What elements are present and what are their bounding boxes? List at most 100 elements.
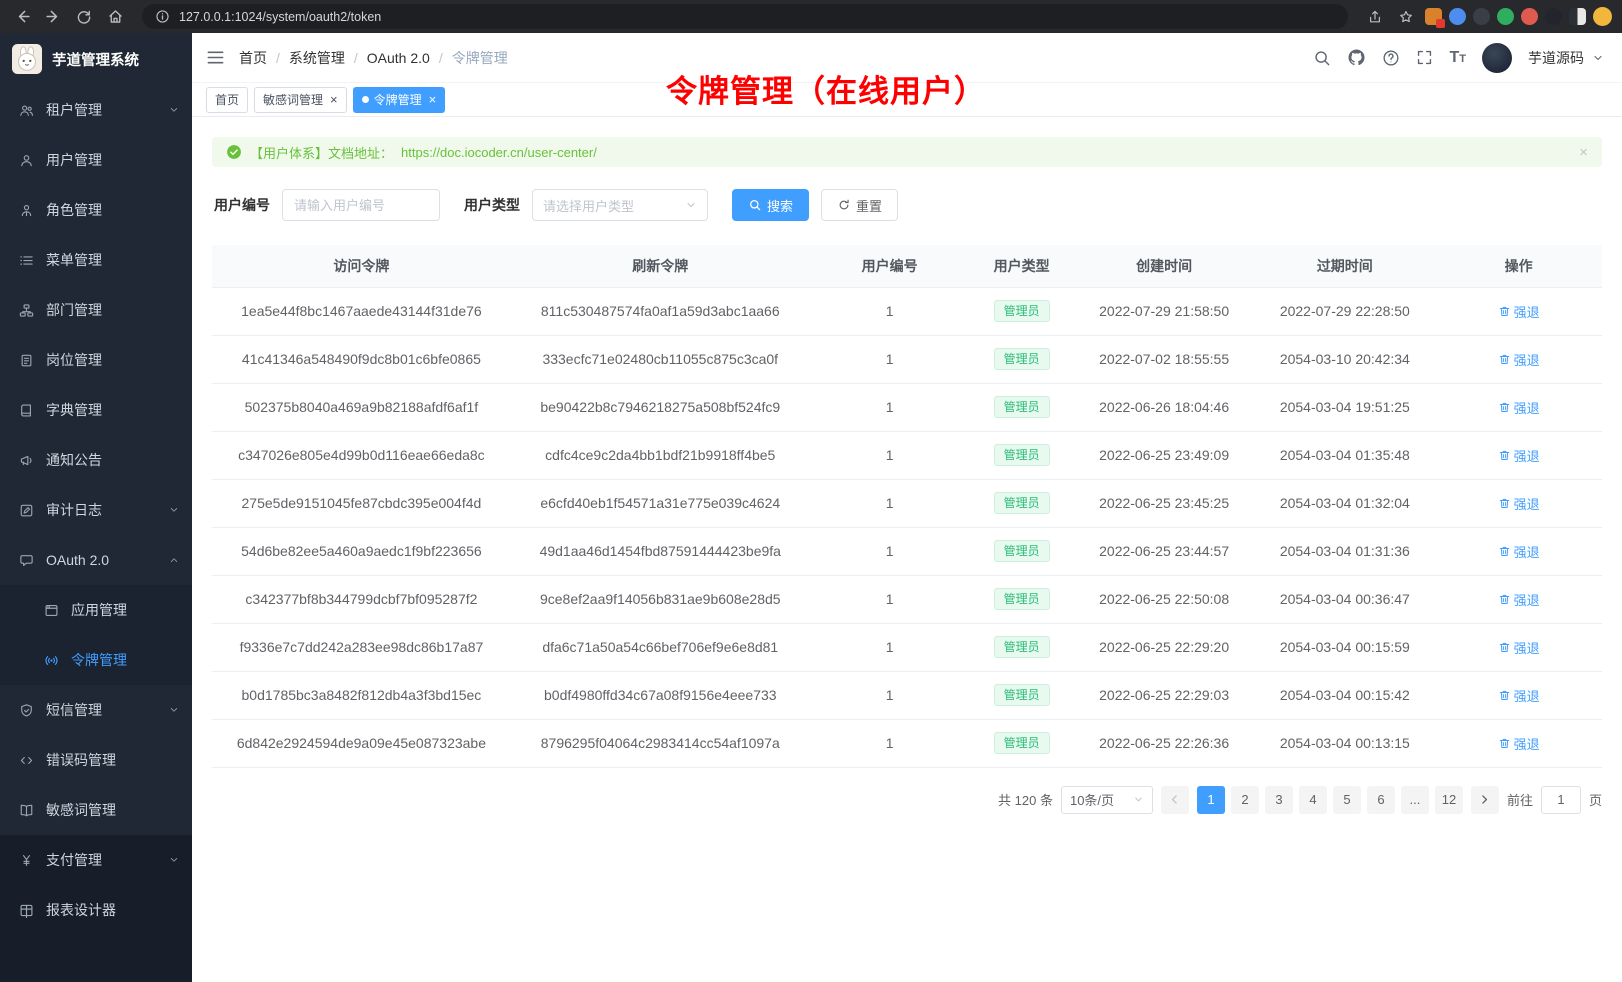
fullscreen-icon[interactable] xyxy=(1416,49,1433,66)
sidebar-item-pay[interactable]: 支付管理 xyxy=(0,835,192,885)
share-icon[interactable] xyxy=(1363,5,1387,29)
sidebar-item-dict[interactable]: 字典管理 xyxy=(0,385,192,435)
page-tab[interactable]: 首页 xyxy=(206,87,248,113)
back-icon[interactable] xyxy=(10,5,34,29)
sidebar-item-oauth2-app[interactable]: 应用管理 xyxy=(0,585,192,635)
user-type-badge: 管理员 xyxy=(994,444,1050,466)
extension-icon[interactable] xyxy=(1425,8,1442,25)
github-icon[interactable] xyxy=(1347,48,1366,67)
force-logout-button[interactable]: 强退 xyxy=(1498,398,1540,417)
extension-icon[interactable] xyxy=(1569,8,1586,25)
sidebar-item-report[interactable]: 报表设计器 xyxy=(0,885,192,935)
action-cell: 强退 xyxy=(1435,623,1602,671)
table-header-row: 访问令牌刷新令牌用户编号用户类型创建时间过期时间操作 xyxy=(212,245,1602,287)
prev-page-button[interactable] xyxy=(1161,786,1189,814)
user-menu-caret-icon[interactable] xyxy=(1592,52,1604,64)
site-info-icon[interactable] xyxy=(154,9,170,25)
page-size-select[interactable]: 10条/页 xyxy=(1061,786,1153,814)
extension-icon[interactable] xyxy=(1473,8,1490,25)
refresh-token-cell: 8796295f04064c2983414cc54af1097a xyxy=(511,719,810,767)
sidebar-item-post[interactable]: 岗位管理 xyxy=(0,335,192,385)
alert-close-icon[interactable]: × xyxy=(1579,144,1588,161)
doc-link[interactable]: https://doc.iocoder.cn/user-center/ xyxy=(401,145,597,160)
url-bar[interactable]: 127.0.0.1:1024/system/oauth2/token xyxy=(142,4,1348,29)
navbar-actions: TT 芋道源码 xyxy=(1313,43,1604,73)
tab-close-icon[interactable]: × xyxy=(429,93,437,106)
sidebar-item-dept[interactable]: 部门管理 xyxy=(0,285,192,335)
more-pages-button[interactable]: ... xyxy=(1401,786,1429,814)
extension-badge xyxy=(1436,19,1445,28)
page-button[interactable]: 3 xyxy=(1265,786,1293,814)
force-logout-button[interactable]: 强退 xyxy=(1498,590,1540,609)
create-time-cell: 2022-06-25 22:26:36 xyxy=(1074,719,1255,767)
tab-close-icon[interactable]: × xyxy=(330,93,338,106)
sidebar-item-oauth2-token[interactable]: 令牌管理 xyxy=(0,635,192,685)
active-tab-dot xyxy=(362,96,369,103)
sidebar-item-role[interactable]: 角色管理 xyxy=(0,185,192,235)
page-button[interactable]: 6 xyxy=(1367,786,1395,814)
app-logo[interactable]: 芋道管理系统 xyxy=(0,33,192,85)
goto-page-input[interactable] xyxy=(1541,786,1581,814)
page-tab[interactable]: 令牌管理× xyxy=(353,87,446,113)
sidebar-item-sensitive-word[interactable]: 敏感词管理 xyxy=(0,785,192,835)
extension-icon[interactable] xyxy=(1521,8,1538,25)
reset-button[interactable]: 重置 xyxy=(821,189,898,221)
extension-icon[interactable] xyxy=(1449,8,1466,25)
user-type-badge: 管理员 xyxy=(994,732,1050,754)
sidebar-item-label: 字典管理 xyxy=(46,400,102,420)
sidebar-collapse-icon[interactable] xyxy=(206,48,225,67)
user-type-cell: 管理员 xyxy=(970,719,1074,767)
home-icon[interactable] xyxy=(103,5,127,29)
force-logout-button[interactable]: 强退 xyxy=(1498,638,1540,657)
sidebar-item-errcode[interactable]: 错误码管理 xyxy=(0,735,192,785)
sidebar-item-notice[interactable]: 通知公告 xyxy=(0,435,192,485)
force-logout-label: 强退 xyxy=(1514,638,1540,657)
force-logout-button[interactable]: 强退 xyxy=(1498,734,1540,753)
bookmark-star-icon[interactable] xyxy=(1394,5,1418,29)
user-id-cell: 1 xyxy=(810,623,970,671)
user-avatar[interactable] xyxy=(1482,43,1512,73)
user-type-cell: 管理员 xyxy=(970,287,1074,335)
refresh-token-cell: e6cfd40eb1f54571a31e775e039c4624 xyxy=(511,479,810,527)
extension-icon[interactable] xyxy=(1497,8,1514,25)
page-button[interactable]: 5 xyxy=(1333,786,1361,814)
force-logout-button[interactable]: 强退 xyxy=(1498,686,1540,705)
action-cell: 强退 xyxy=(1435,671,1602,719)
username[interactable]: 芋道源码 xyxy=(1528,48,1584,68)
sidebar-item-audit-log[interactable]: 审计日志 xyxy=(0,485,192,535)
sidebar-item-sms[interactable]: 短信管理 xyxy=(0,685,192,735)
breadcrumb-item[interactable]: 首页 xyxy=(239,48,267,68)
forward-icon[interactable] xyxy=(41,5,65,29)
page-button[interactable]: 4 xyxy=(1299,786,1327,814)
search-button[interactable]: 搜索 xyxy=(732,189,809,221)
page-tab[interactable]: 敏感词管理× xyxy=(254,87,347,113)
page-button[interactable]: 12 xyxy=(1435,786,1463,814)
force-logout-button[interactable]: 强退 xyxy=(1498,494,1540,513)
force-logout-button[interactable]: 强退 xyxy=(1498,302,1540,321)
force-logout-button[interactable]: 强退 xyxy=(1498,446,1540,465)
reload-icon[interactable] xyxy=(72,5,96,29)
page-button[interactable]: 1 xyxy=(1197,786,1225,814)
force-logout-button[interactable]: 强退 xyxy=(1498,350,1540,369)
font-size-icon[interactable]: TT xyxy=(1449,49,1466,67)
help-icon[interactable] xyxy=(1382,49,1400,67)
user-id-input[interactable] xyxy=(282,189,440,221)
expire-time-cell: 2022-07-29 22:28:50 xyxy=(1254,287,1435,335)
force-logout-button[interactable]: 强退 xyxy=(1498,542,1540,561)
breadcrumb-item[interactable]: 系统管理 xyxy=(289,48,345,68)
browser-profile-avatar[interactable] xyxy=(1593,7,1612,26)
breadcrumb-item[interactable]: OAuth 2.0 xyxy=(367,50,430,66)
refresh-token-cell: cdfc4ce9c2da4bb1bdf21b9918ff4be5 xyxy=(511,431,810,479)
sidebar-item-oauth2[interactable]: OAuth 2.0 xyxy=(0,535,192,585)
search-icon[interactable] xyxy=(1313,49,1331,67)
action-cell: 强退 xyxy=(1435,719,1602,767)
sidebar-item-tenant[interactable]: 租户管理 xyxy=(0,85,192,135)
user-type-select[interactable]: 请选择用户类型 xyxy=(532,189,708,221)
sidebar-item-menu[interactable]: 菜单管理 xyxy=(0,235,192,285)
extension-icon[interactable] xyxy=(1545,8,1562,25)
app-window: 芋道管理系统 租户管理用户管理角色管理菜单管理部门管理岗位管理字典管理通知公告审… xyxy=(0,33,1622,982)
page-button[interactable]: 2 xyxy=(1231,786,1259,814)
sidebar-item-user[interactable]: 用户管理 xyxy=(0,135,192,185)
next-page-button[interactable] xyxy=(1471,786,1499,814)
refresh-token-cell: be90422b8c7946218275a508bf524fc9 xyxy=(511,383,810,431)
